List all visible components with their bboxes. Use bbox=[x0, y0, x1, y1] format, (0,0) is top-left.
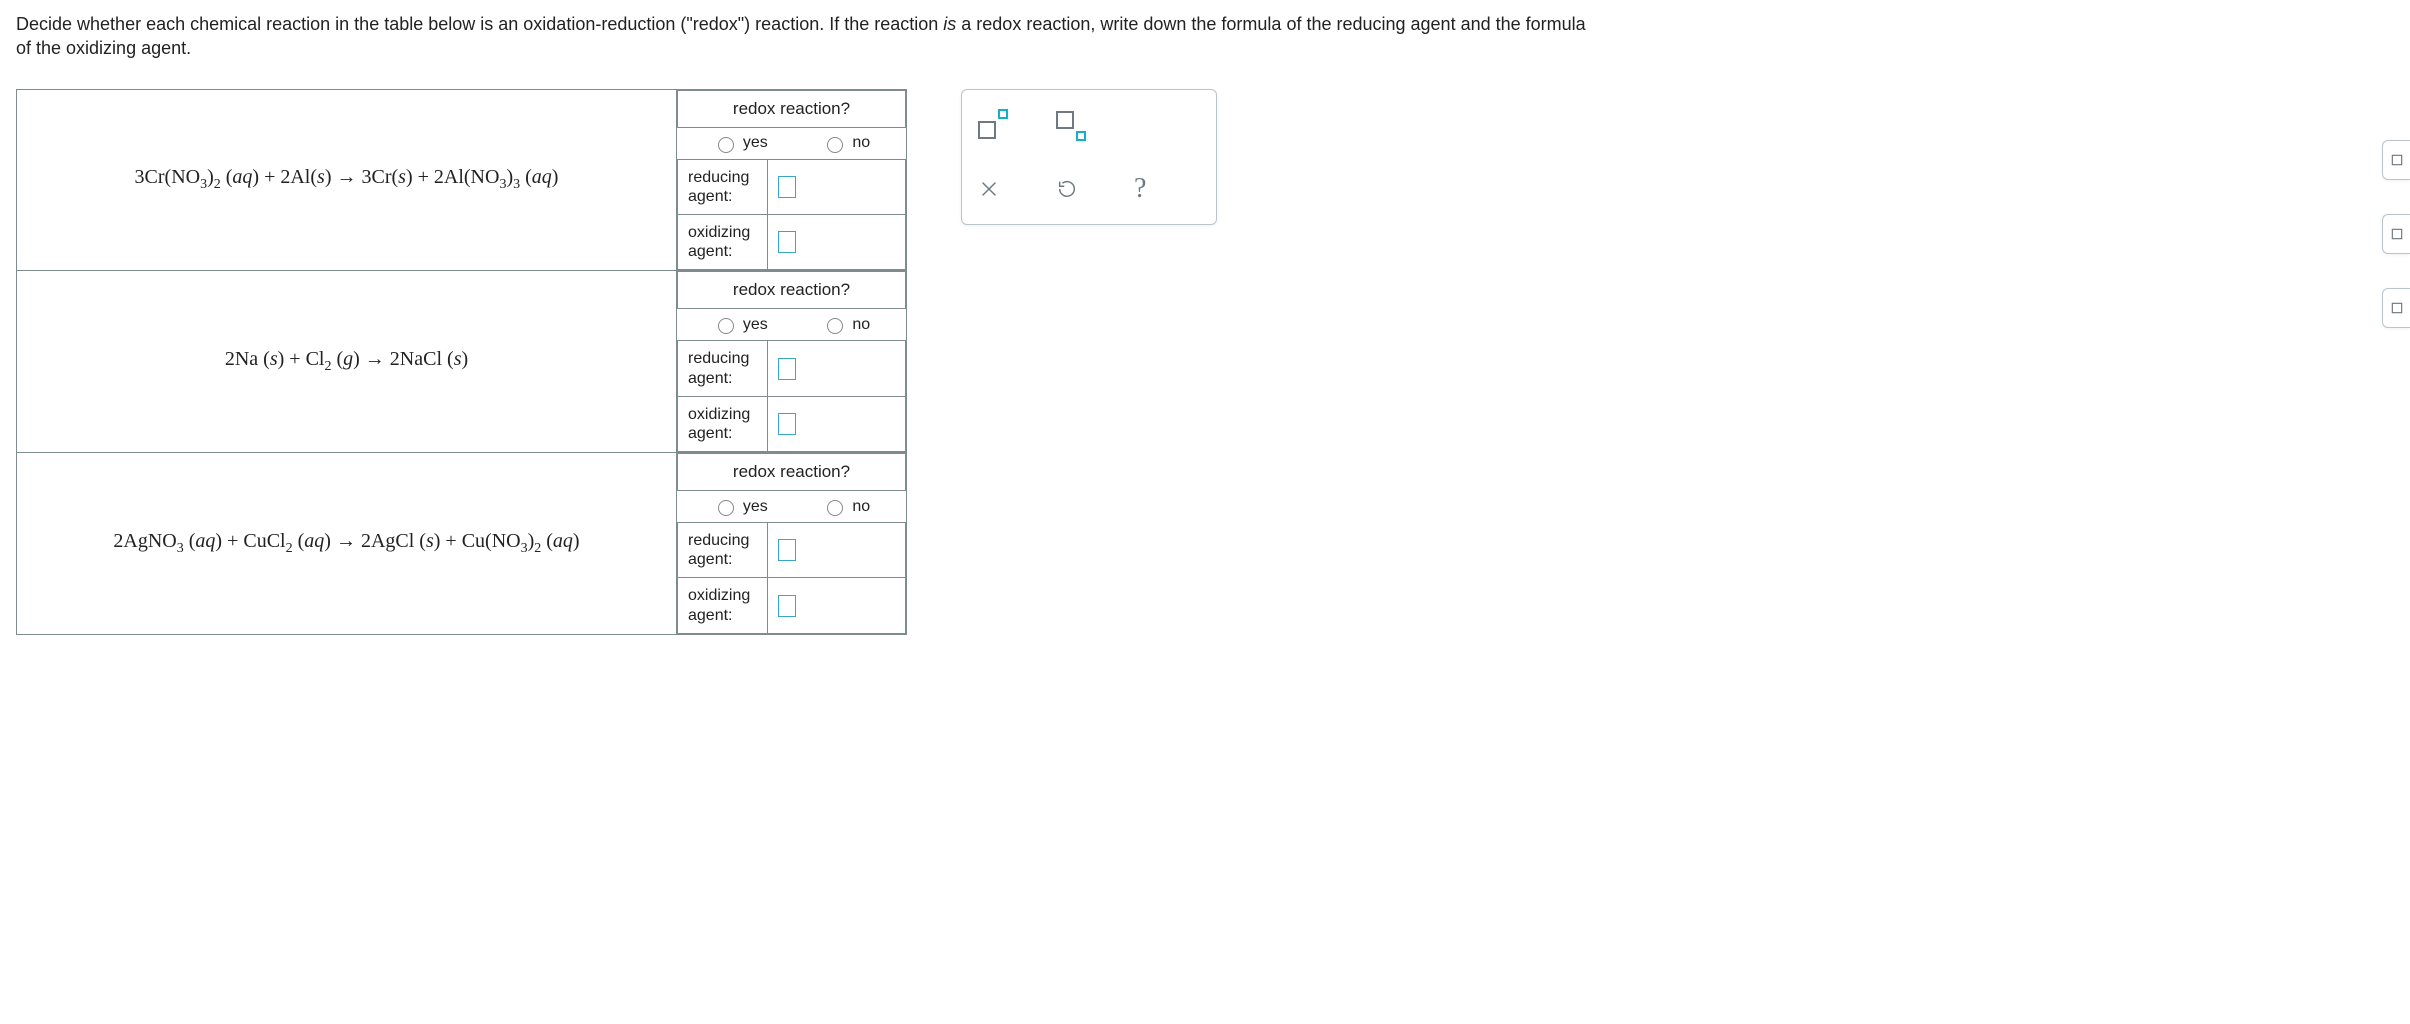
reducing-agent-label: reducing agent: bbox=[678, 523, 768, 578]
side-tab-3[interactable] bbox=[2382, 288, 2410, 328]
reducing-agent-label: reducing agent: bbox=[678, 159, 768, 214]
oxidizing-agent-label: oxidizing agent: bbox=[678, 578, 768, 633]
yes-option[interactable]: yes bbox=[713, 497, 768, 516]
prompt-em: is bbox=[943, 14, 956, 34]
superscript-button[interactable] bbox=[978, 111, 1008, 139]
help-button[interactable]: ? bbox=[1134, 173, 1146, 205]
eq-2: 2AgNO3 (aq) + CuCl2 (aq) → 2AgCl (s) + C… bbox=[113, 530, 579, 552]
yes-option[interactable]: yes bbox=[713, 315, 768, 334]
reaction-equation: 2AgNO3 (aq) + CuCl2 (aq) → 2AgCl (s) + C… bbox=[17, 453, 677, 635]
redox-question-label: redox reaction? bbox=[678, 90, 906, 127]
yes-option[interactable]: yes bbox=[713, 134, 768, 153]
subscript-button[interactable] bbox=[1056, 111, 1086, 139]
oxidizing-agent-label: oxidizing agent: bbox=[678, 396, 768, 451]
side-tab-1[interactable] bbox=[2382, 140, 2410, 180]
reducing-agent-label: reducing agent: bbox=[678, 341, 768, 396]
oxidizing-agent-label: oxidizing agent: bbox=[678, 214, 768, 269]
no-radio[interactable] bbox=[827, 137, 843, 153]
no-option[interactable]: no bbox=[822, 497, 870, 516]
reaction-equation: 3Cr(NO3)2 (aq) + 2Al(s) → 3Cr(s) + 2Al(N… bbox=[17, 89, 677, 271]
reducing-agent-input[interactable] bbox=[778, 176, 796, 198]
redox-question-label: redox reaction? bbox=[678, 454, 906, 491]
prompt-pre: Decide whether each chemical reaction in… bbox=[16, 14, 943, 34]
reactions-table: 3Cr(NO3)2 (aq) + 2Al(s) → 3Cr(s) + 2Al(N… bbox=[16, 89, 907, 635]
yes-radio[interactable] bbox=[718, 137, 734, 153]
no-option[interactable]: no bbox=[822, 315, 870, 334]
reducing-agent-input[interactable] bbox=[778, 539, 796, 561]
reducing-agent-input[interactable] bbox=[778, 358, 796, 380]
question-prompt: Decide whether each chemical reaction in… bbox=[16, 12, 1596, 61]
clear-button[interactable] bbox=[978, 178, 1000, 200]
side-tab-2[interactable] bbox=[2382, 214, 2410, 254]
redox-question-label: redox reaction? bbox=[678, 272, 906, 309]
no-radio[interactable] bbox=[827, 318, 843, 334]
eq-1: 2Na (s) + Cl2 (g) → 2NaCl (s) bbox=[225, 348, 468, 370]
yes-radio[interactable] bbox=[718, 318, 734, 334]
formula-toolbox: ? bbox=[961, 89, 1217, 225]
reset-button[interactable] bbox=[1056, 178, 1078, 200]
side-tab-strip bbox=[2382, 140, 2410, 328]
no-radio[interactable] bbox=[827, 500, 843, 516]
reaction-equation: 2Na (s) + Cl2 (g) → 2NaCl (s) bbox=[17, 271, 677, 453]
eq-0: 3Cr(NO3)2 (aq) + 2Al(s) → 3Cr(s) + 2Al(N… bbox=[135, 166, 559, 188]
oxidizing-agent-input[interactable] bbox=[778, 595, 796, 617]
oxidizing-agent-input[interactable] bbox=[778, 413, 796, 435]
oxidizing-agent-input[interactable] bbox=[778, 231, 796, 253]
yes-radio[interactable] bbox=[718, 500, 734, 516]
no-option[interactable]: no bbox=[822, 134, 870, 153]
